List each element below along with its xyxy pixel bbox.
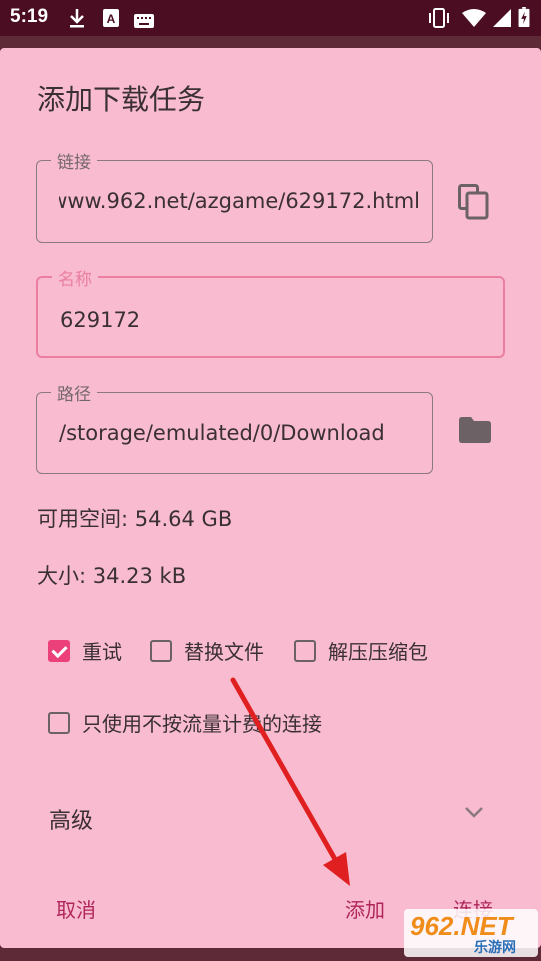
add-download-dialog: 添加下载任务 链接 https://www.962.net/azgame/629…	[0, 48, 541, 948]
link-field[interactable]: 链接 https://www.962.net/azgame/629172.htm…	[36, 148, 433, 243]
link-field-value: https://www.962.net/azgame/629172.html	[59, 189, 420, 213]
dialog-title: 添加下载任务	[37, 83, 206, 116]
keyboard-a-icon: A	[103, 9, 119, 27]
name-field[interactable]: 名称 629172	[36, 265, 505, 358]
replace-file-checkbox[interactable]	[150, 639, 172, 662]
scrim	[0, 36, 541, 48]
watermark-sub: 乐游网	[474, 940, 516, 956]
retry-checkbox[interactable]	[48, 639, 70, 662]
keyboard-icon	[134, 14, 154, 28]
watermark-logo: 962.NET 乐游网	[404, 909, 538, 957]
retry-label: 重试	[82, 640, 122, 664]
download-icon	[70, 9, 84, 28]
cancel-button[interactable]: 取消	[56, 894, 96, 923]
unmetered-only-label: 只使用不按流量计费的连接	[82, 712, 322, 736]
add-button[interactable]: 添加	[345, 894, 385, 923]
status-time: 5:19	[10, 6, 49, 27]
file-size: 大小: 34.23 kB	[37, 564, 187, 588]
replace-file-label: 替换文件	[184, 640, 264, 664]
chevron-down-icon[interactable]	[463, 805, 485, 819]
advanced-label[interactable]: 高级	[49, 803, 93, 835]
battery-charging-icon	[518, 7, 530, 27]
name-field-label: 名称	[52, 265, 98, 290]
folder-icon[interactable]	[459, 417, 491, 443]
unzip-label: 解压压缩包	[328, 640, 428, 664]
path-field-label: 路径	[51, 380, 97, 405]
path-field-value: /storage/emulated/0/Download	[59, 421, 385, 445]
name-field-value: 629172	[60, 308, 141, 332]
status-bar: 5:19 A	[0, 0, 541, 36]
unmetered-only-checkbox[interactable]	[48, 711, 70, 734]
unmetered-only-checkbox-row[interactable]: 只使用不按流量计费的连接	[48, 708, 322, 737]
vibrate-icon	[429, 8, 449, 28]
retry-checkbox-row[interactable]: 重试	[48, 636, 122, 665]
path-field[interactable]: 路径 /storage/emulated/0/Download	[36, 380, 433, 474]
unzip-checkbox-row[interactable]: 解压压缩包	[294, 636, 428, 665]
unzip-checkbox[interactable]	[294, 639, 316, 662]
svg-text:A: A	[107, 12, 116, 26]
paste-icon[interactable]	[458, 184, 490, 220]
link-field-label: 链接	[51, 148, 97, 173]
available-space: 可用空间: 54.64 GB	[37, 507, 233, 531]
signal-icon	[493, 9, 511, 27]
wifi-icon	[462, 9, 486, 27]
replace-file-checkbox-row[interactable]: 替换文件	[150, 636, 264, 665]
